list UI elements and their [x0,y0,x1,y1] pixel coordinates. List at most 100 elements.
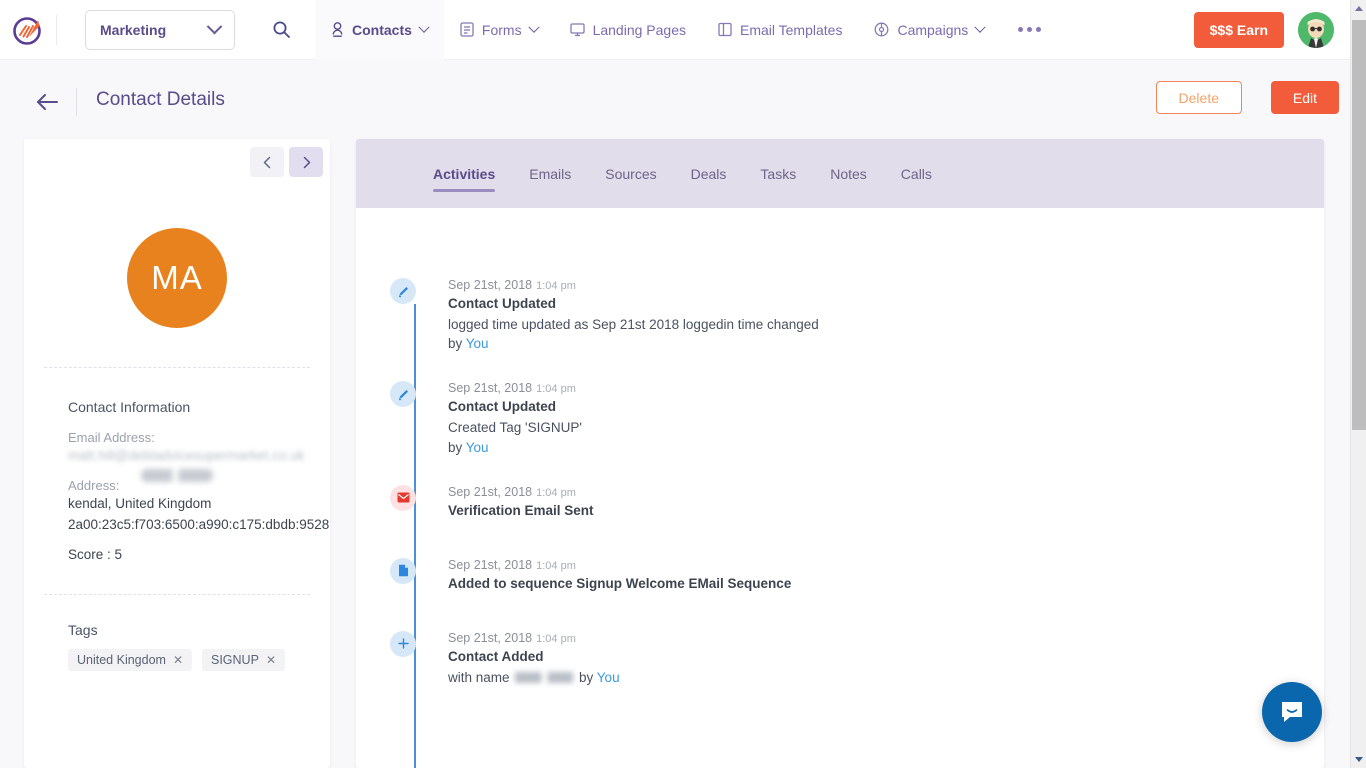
timeline-entry: Sep 21st, 2018 1:04 pm Contact Updated Cr… [390,381,1324,454]
nav-item-forms[interactable]: Forms [444,0,554,60]
entry-time-value: 1:04 pm [536,383,576,395]
delete-button[interactable]: Delete [1156,81,1242,114]
entry-time-value: 1:04 pm [536,487,576,499]
search-icon[interactable] [263,12,299,48]
tab-sources[interactable]: Sources [588,139,673,208]
timeline-entry: Sep 21st, 20181:04 pm Verification Email… [390,485,1324,518]
tab-label: Tasks [760,166,796,182]
tab-calls[interactable]: Calls [884,139,949,208]
contact-details-page: Marketing Contacts [0,0,1366,768]
nav-item-label: Campaigns [897,22,968,38]
triangle-up-icon [1355,6,1363,11]
avatar[interactable] [1298,12,1334,48]
tab-notes[interactable]: Notes [813,139,884,208]
plus-icon [390,631,416,657]
page-scrollbar[interactable] [1350,0,1366,768]
more-menu-icon[interactable] [1000,27,1059,32]
actor-link[interactable]: You [597,670,620,685]
logo-divider [56,15,57,45]
tag-label: SIGNUP [211,653,259,667]
scroll-up-button[interactable] [1351,0,1366,17]
nav-item-email-templates[interactable]: Email Templates [702,0,858,60]
scroll-down-button[interactable] [1351,751,1366,768]
entry-date-value: Sep 21st, 2018 [448,558,532,572]
entry-description-prefix: with name [448,670,513,685]
nav-item-label: Contacts [352,22,412,38]
tag-chip[interactable]: United Kingdom ✕ [68,649,192,671]
nav-item-campaigns[interactable]: Campaigns [858,0,1000,60]
contact-avatar: MA [127,228,227,328]
edit-button[interactable]: Edit [1271,81,1339,114]
document-icon [390,558,416,584]
scrollbar-thumb[interactable] [1352,20,1366,430]
nav-item-label: Landing Pages [593,22,686,38]
entry-description-suffix: by [575,670,597,685]
header-divider [76,88,77,116]
activity-timeline: Sep 21st, 2018 1:04 pm Contact Updated lo… [356,208,1324,688]
contact-person-icon [331,22,344,38]
chevron-down-icon [528,21,539,32]
triangle-down-icon [1355,757,1363,762]
back-button[interactable] [34,88,62,116]
envelope-icon [390,485,416,511]
entry-date-value: Sep 21st, 2018 [448,381,532,395]
next-contact-button[interactable] [289,147,323,177]
tag-label: United Kingdom [77,653,166,667]
entry-time-value: 1:04 pm [536,633,576,645]
entry-title: Contact Updated [448,399,1324,414]
divider [44,594,310,595]
nav-item-contacts[interactable]: Contacts [315,0,444,60]
app-selector-label: Marketing [100,22,166,38]
entry-title: Contact Updated [448,296,1324,311]
email-value: matt.hill@debtadvicesupermarket.co.uk [68,448,305,463]
entry-description: Created Tag 'SIGNUP' [448,418,1324,438]
tab-label: Activities [433,166,495,182]
entry-date: Sep 21st, 2018 1:04 pm [448,631,1324,645]
timeline-entry: Sep 21st, 20181:04 pm Contact Updated lo… [390,278,1324,351]
engagebay-logo[interactable] [0,13,56,47]
tab-activities[interactable]: Activities [416,139,512,208]
tag-remove-icon[interactable]: ✕ [266,653,276,667]
activities-panel: Activities Emails Sources Deals Tasks No… [356,139,1324,768]
entry-title: Contact Added [448,649,1324,664]
entry-title: Added to sequence Signup Welcome EMail S… [448,576,1324,591]
tag-remove-icon[interactable]: ✕ [173,653,183,667]
entry-description: logged time updated as Sep 21st 2018 log… [448,315,1324,335]
chevron-down-icon [975,21,986,32]
entry-time-value: 1:04 pm [536,560,576,572]
address-line-1: kendal, United Kingdom [68,496,211,511]
entry-date-value: Sep 21st, 2018 [448,631,532,645]
contact-name-redacted [141,469,213,482]
form-icon [460,22,474,37]
actor-link[interactable]: You [466,440,489,455]
chat-bubble-icon [1277,697,1307,727]
entry-date: Sep 21st, 20181:04 pm [448,278,1324,292]
page-title: Contact Details [96,89,225,111]
tab-deals[interactable]: Deals [674,139,744,208]
primary-nav-items: Contacts Forms [315,0,1059,60]
contact-pager [250,147,323,177]
contact-summary-card: MA Contact Information Email Address: ma… [24,139,330,768]
divider [44,367,310,368]
tab-emails[interactable]: Emails [512,139,588,208]
pencil-icon [390,278,416,304]
previous-contact-button[interactable] [250,147,284,177]
chat-launcher-button[interactable] [1262,682,1322,742]
actor-link[interactable]: You [466,336,489,351]
nav-item-landing-pages[interactable]: Landing Pages [554,0,702,60]
entry-actor: by You [448,336,1324,351]
entry-date: Sep 21st, 2018 1:04 pm [448,381,1324,395]
chevron-down-icon [418,21,429,32]
tab-tasks[interactable]: Tasks [743,139,813,208]
entry-title: Verification Email Sent [448,503,1324,518]
email-label: Email Address: [68,430,155,445]
entry-actor-prefix: by [448,336,466,351]
app-selector[interactable]: Marketing [85,10,235,50]
chevron-down-icon [207,19,223,35]
tag-chip[interactable]: SIGNUP ✕ [202,649,285,671]
address-line-2: 2a00:23c5:f703:6500:a990:c175:dbdb:9528 [68,517,329,532]
tab-label: Emails [529,166,571,182]
chevron-left-icon [263,156,272,169]
tab-label: Notes [830,166,867,182]
earn-button[interactable]: $$$ Earn [1194,12,1284,48]
